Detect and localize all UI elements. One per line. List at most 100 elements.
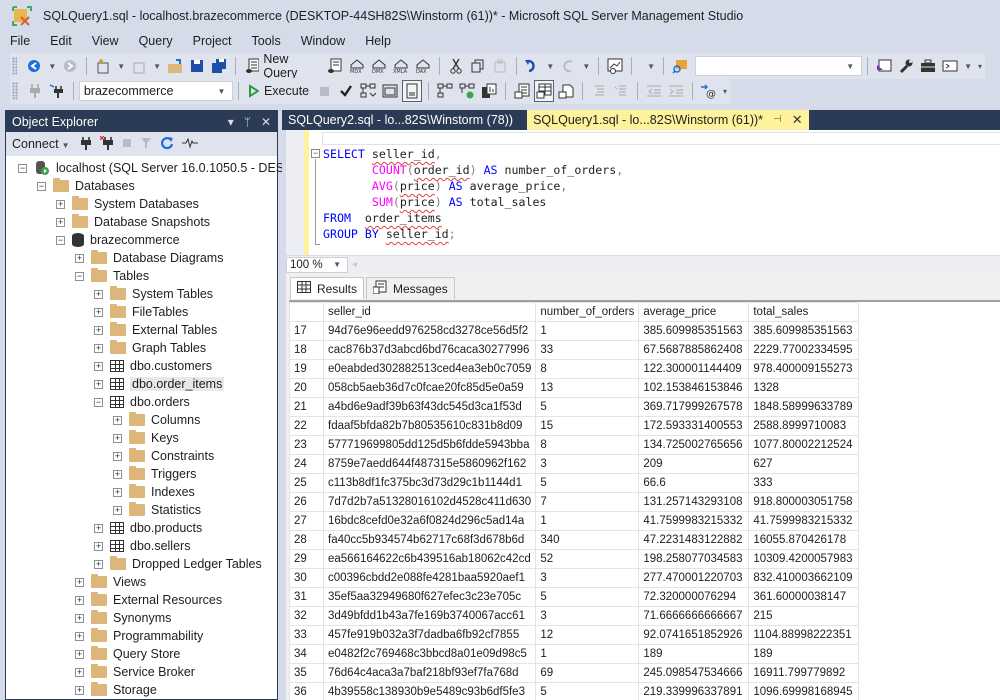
number-of-orders-cell[interactable]: 5 bbox=[535, 473, 640, 493]
save-all-button[interactable] bbox=[209, 55, 229, 77]
new-project-button[interactable] bbox=[93, 55, 113, 77]
connect-dropdown-button[interactable]: Connect ▼ bbox=[12, 137, 72, 151]
collapse-region-icon[interactable]: − bbox=[311, 149, 320, 158]
number-of-orders-cell[interactable]: 52 bbox=[535, 549, 640, 569]
live-query-statistics-button[interactable] bbox=[457, 80, 477, 102]
expand-icon[interactable]: + bbox=[94, 541, 103, 551]
command-window-button[interactable] bbox=[940, 55, 960, 77]
collapse-icon[interactable]: − bbox=[37, 181, 46, 191]
total-sales-cell[interactable]: 361.60000038147 bbox=[748, 587, 860, 607]
connect-plug-icon[interactable] bbox=[80, 136, 92, 153]
refresh-icon[interactable] bbox=[160, 136, 174, 153]
table-row[interactable]: 35 76d64c4aca3a7baf218bf93ef7fa768d 69 245.… bbox=[289, 663, 860, 683]
column-header-seller-id[interactable]: seller_id bbox=[322, 302, 537, 322]
query-editor[interactable]: − SELECT seller_id, COUNT(order_id) AS n… bbox=[282, 130, 1000, 255]
average-price-cell[interactable]: 41.7599983215332 bbox=[638, 511, 750, 531]
redo-button[interactable] bbox=[558, 55, 578, 77]
collapse-icon[interactable]: − bbox=[94, 397, 103, 407]
tree-node[interactable]: + Columns bbox=[6, 411, 277, 429]
tree-node[interactable]: + Service Broker bbox=[6, 663, 277, 681]
total-sales-cell[interactable]: 1077.80002212524 bbox=[748, 435, 860, 455]
execute-button[interactable]: Execute bbox=[245, 80, 312, 102]
number-of-orders-cell[interactable]: 13 bbox=[535, 378, 640, 398]
row-number[interactable]: 30 bbox=[289, 568, 324, 588]
number-of-orders-cell[interactable]: 1 bbox=[535, 321, 640, 341]
tree-node[interactable]: + Programmability bbox=[6, 627, 277, 645]
expand-icon[interactable]: + bbox=[94, 379, 103, 389]
expand-icon[interactable]: + bbox=[75, 631, 84, 641]
expand-icon[interactable]: + bbox=[94, 559, 103, 569]
tree-node[interactable]: + Dropped Ledger Tables bbox=[6, 555, 277, 573]
client-statistics-button[interactable] bbox=[479, 80, 499, 102]
expand-icon[interactable]: + bbox=[113, 487, 122, 497]
expand-icon[interactable]: + bbox=[113, 469, 122, 479]
row-number[interactable]: 35 bbox=[289, 663, 324, 683]
seller-id-cell[interactable]: c00396cbdd2e088fe4281baa5920aef1 bbox=[322, 568, 537, 588]
tree-node[interactable]: + dbo.products bbox=[6, 519, 277, 537]
number-of-orders-cell[interactable]: 7 bbox=[535, 492, 640, 512]
visual-studio-button[interactable] bbox=[874, 55, 894, 77]
toolbar-grip[interactable] bbox=[12, 82, 18, 100]
total-sales-cell[interactable]: 2588.8999710083 bbox=[748, 416, 860, 436]
toolbar-overflow-icon[interactable]: ▾ bbox=[978, 62, 982, 71]
results-to-file-button[interactable] bbox=[556, 80, 576, 102]
number-of-orders-cell[interactable]: 69 bbox=[535, 663, 640, 683]
seller-id-cell[interactable]: 8759e7aedd644f487315e5860962f162 bbox=[322, 454, 537, 474]
row-number[interactable]: 36 bbox=[289, 682, 324, 700]
tree-node[interactable]: + Storage bbox=[6, 681, 277, 699]
window-position-dropdown-icon[interactable]: ▾ bbox=[228, 115, 234, 129]
add-item-dropdown-icon[interactable]: ▼ bbox=[153, 62, 161, 71]
paste-button[interactable] bbox=[490, 55, 510, 77]
tree-node[interactable]: + Keys bbox=[6, 429, 277, 447]
table-row[interactable]: 19 e0eabded302882513ced4ea3eb0c7059 8 122.3… bbox=[289, 359, 860, 379]
table-row[interactable]: 18 cac876b37d3abcd6bd76caca30277996 33 67.5… bbox=[289, 340, 860, 360]
new-project-dropdown-icon[interactable]: ▼ bbox=[117, 62, 125, 71]
connect-button[interactable] bbox=[25, 80, 45, 102]
number-of-orders-cell[interactable]: 3 bbox=[535, 606, 640, 626]
average-price-cell[interactable]: 369.717999267578 bbox=[638, 397, 750, 417]
tree-node[interactable]: + dbo.customers bbox=[6, 357, 277, 375]
number-of-orders-cell[interactable]: 12 bbox=[535, 625, 640, 645]
tree-node[interactable]: − localhost (SQL Server 16.0.1050.5 - DES… bbox=[6, 159, 436, 177]
seller-id-cell[interactable]: e0eabded302882513ced4ea3eb0c7059 bbox=[322, 359, 537, 379]
tab-sqlquery1[interactable]: SQLQuery1.sql - lo...82S\Winstorm (61))*… bbox=[527, 110, 809, 130]
total-sales-cell[interactable]: 1848.58999633789 bbox=[748, 397, 860, 417]
number-of-orders-cell[interactable]: 15 bbox=[535, 416, 640, 436]
number-of-orders-cell[interactable]: 8 bbox=[535, 359, 640, 379]
properties-wrench-button[interactable] bbox=[896, 55, 916, 77]
menu-view[interactable]: View bbox=[82, 31, 129, 51]
total-sales-cell[interactable]: 918.800003051758 bbox=[748, 492, 860, 512]
seller-id-cell[interactable]: e0482f2c769468c3bbcd8a01e09d98c5 bbox=[322, 644, 537, 664]
seller-id-cell[interactable]: 94d76e96eedd976258cd3278ce56d5f2 bbox=[322, 321, 537, 341]
average-price-cell[interactable]: 66.6 bbox=[638, 473, 750, 493]
expand-icon[interactable]: + bbox=[56, 199, 65, 209]
seller-id-cell[interactable]: ea566164622c6b439516ab18062c42cd bbox=[322, 549, 537, 569]
decrease-indent-button[interactable] bbox=[644, 80, 664, 102]
query-options-button[interactable] bbox=[380, 80, 400, 102]
command-window-dropdown-icon[interactable]: ▼ bbox=[964, 62, 972, 71]
toolbar-overflow-icon[interactable]: ▾ bbox=[723, 87, 727, 96]
total-sales-cell[interactable]: 2229.77002334595 bbox=[748, 340, 860, 360]
expand-icon[interactable]: + bbox=[94, 289, 103, 299]
cancel-query-button[interactable] bbox=[314, 80, 334, 102]
row-number[interactable]: 29 bbox=[289, 549, 324, 569]
forward-button[interactable] bbox=[60, 55, 80, 77]
table-row[interactable]: 27 16bdc8cefd0e32a6f0824d296c5ad14a 1 41.75… bbox=[289, 511, 860, 531]
tree-node[interactable]: − Databases bbox=[6, 177, 277, 195]
tree-node[interactable]: + System Databases bbox=[6, 195, 277, 213]
close-icon[interactable]: ✕ bbox=[261, 115, 271, 129]
results-to-text-button[interactable] bbox=[512, 80, 532, 102]
seller-id-cell[interactable]: 76d64c4aca3a7baf218bf93ef7fa768d bbox=[322, 663, 537, 683]
table-row[interactable]: 31 35ef5aa32949680f627efec3c23e705c 5 72.32… bbox=[289, 587, 860, 607]
dmx-query-button[interactable]: DMX bbox=[369, 55, 389, 77]
average-price-cell[interactable]: 67.5687885862408 bbox=[638, 340, 750, 360]
expand-icon[interactable]: + bbox=[75, 685, 84, 695]
change-connection-button[interactable] bbox=[47, 80, 67, 102]
average-price-cell[interactable]: 189 bbox=[638, 644, 750, 664]
tree-node[interactable]: + dbo.sellers bbox=[6, 537, 277, 555]
filter-icon[interactable] bbox=[140, 136, 152, 153]
tree-node[interactable]: + Database Snapshots bbox=[6, 213, 277, 231]
redo-dropdown-icon[interactable]: ▼ bbox=[582, 62, 590, 71]
expand-icon[interactable]: + bbox=[75, 613, 84, 623]
number-of-orders-cell[interactable]: 3 bbox=[535, 454, 640, 474]
